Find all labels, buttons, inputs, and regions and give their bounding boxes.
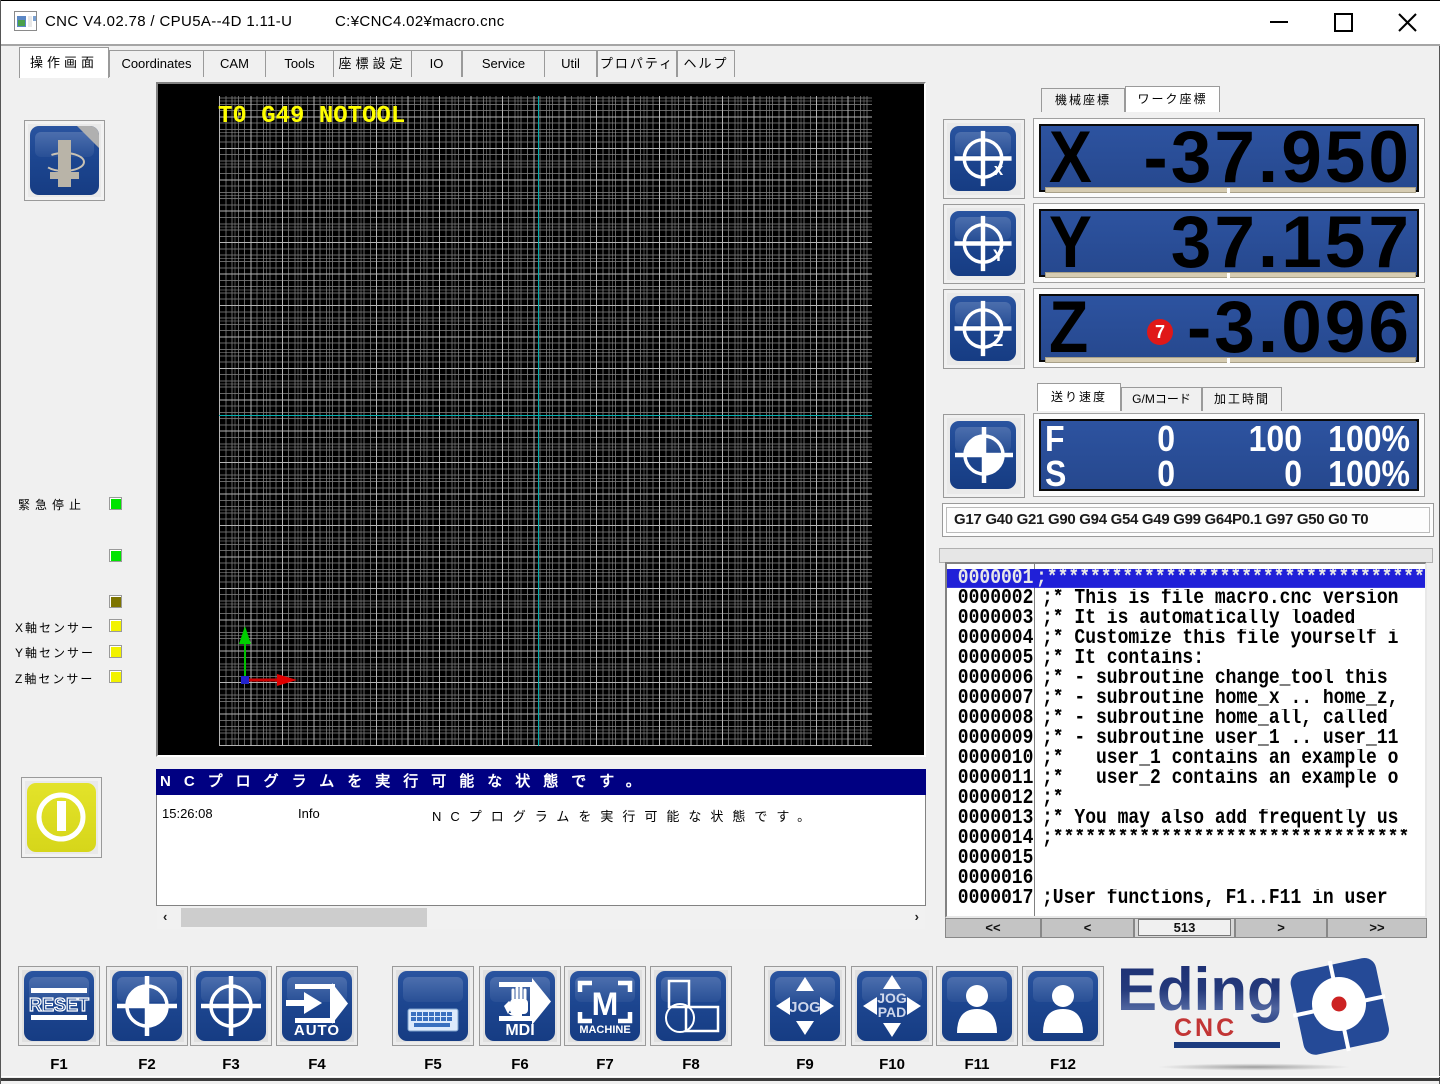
svg-text:Z: Z — [993, 331, 1003, 350]
svg-text:M: M — [592, 986, 619, 1022]
svg-text:MACHINE: MACHINE — [579, 1024, 630, 1036]
svg-text:RESET: RESET — [29, 995, 89, 1015]
svg-text:AUTO: AUTO — [294, 1022, 340, 1039]
svg-text:MDI: MDI — [505, 1022, 534, 1039]
svg-text:JOG: JOG — [789, 999, 821, 1016]
svg-text:x: x — [994, 160, 1004, 179]
svg-text:Y: Y — [993, 246, 1004, 265]
svg-text:PAD: PAD — [878, 1004, 907, 1020]
